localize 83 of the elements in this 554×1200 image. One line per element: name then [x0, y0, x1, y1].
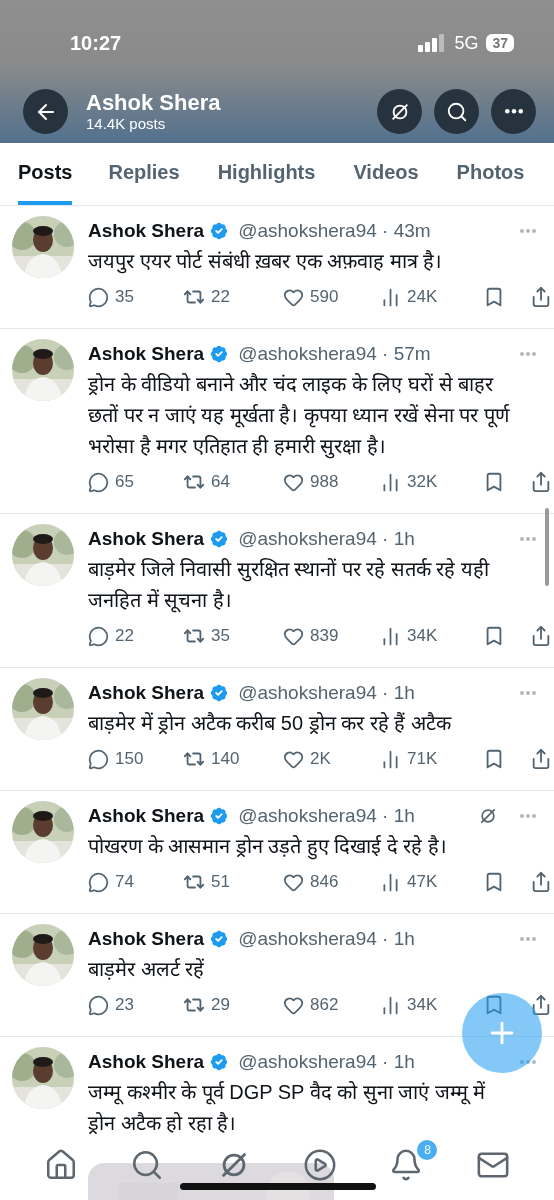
- author-name: Ashok Shera: [88, 528, 205, 550]
- share-icon: [530, 471, 552, 493]
- battery-level: 37: [486, 34, 514, 52]
- play-icon: [303, 1148, 338, 1182]
- post-text: बाड़मेर अलर्ट रहें: [88, 957, 206, 982]
- profile-tab[interactable]: Replies: [108, 143, 180, 205]
- post-text: ड्रोन के वीडियो बनाने और चंद लाइक के लिए घरों से बाहर छतों पर न जाएं यह मूर्खता है। कृपया ध्यान रखें सेना पर पूर्ण भरोसा है मगर एतिहात ही हमारी सुरक्षा है।: [88, 372, 511, 461]
- reply-button[interactable]: 22: [88, 625, 183, 647]
- share-icon: [530, 994, 552, 1016]
- search-button[interactable]: [434, 89, 479, 134]
- repost-button[interactable]: 35: [183, 625, 283, 647]
- share-button[interactable]: [530, 471, 552, 493]
- status-time: 10:27: [70, 31, 122, 55]
- network-label: 5G: [454, 32, 479, 54]
- like-button[interactable]: 2K: [283, 748, 380, 770]
- repost-button[interactable]: 29: [183, 994, 283, 1016]
- post-text: बाड़मेर जिले निवासी सुरक्षित स्थानों पर रहे सतर्क रहे यही जनहित में सूचना है।: [88, 557, 491, 615]
- views-button[interactable]: 34K: [380, 625, 483, 647]
- views-button[interactable]: 47K: [380, 871, 483, 893]
- post-text: पोखरण के आसमान ड्रोन उड़ते हुए दिखाई दे रहे है।: [88, 831, 544, 862]
- share-icon: [530, 286, 552, 308]
- share-icon: [530, 871, 552, 893]
- reply-button[interactable]: 150: [88, 748, 183, 770]
- reply-button[interactable]: 23: [88, 994, 183, 1016]
- profile-tab[interactable]: Highlights: [217, 143, 316, 205]
- views-button[interactable]: 32K: [380, 471, 483, 493]
- author-name: Ashok Shera: [88, 682, 205, 704]
- share-button[interactable]: [530, 286, 552, 308]
- post-text: जम्मू कश्मीर के पूर्व DGP SP वैद को सुना जाएं जम्मू में ड्रोन अटैक हो रहा है।: [88, 1080, 487, 1136]
- author-name: Ashok Shera: [88, 805, 205, 827]
- speech-bubble-icon: [88, 286, 109, 308]
- speech-bubble-icon: [88, 471, 109, 493]
- post-count: 14.4K posts: [86, 114, 167, 133]
- more-button[interactable]: [491, 89, 536, 134]
- search-icon: [445, 100, 468, 123]
- reply-button[interactable]: 74: [88, 871, 183, 893]
- like-button[interactable]: 862: [283, 994, 380, 1016]
- profile-name: Ashok Shera: [86, 90, 221, 115]
- views-button[interactable]: 71K: [380, 748, 483, 770]
- like-button[interactable]: 839: [283, 625, 380, 647]
- post-meta: @ashokshera94 · 43m: [238, 220, 431, 242]
- share-icon: [530, 625, 552, 647]
- repost-button[interactable]: 64: [183, 471, 283, 493]
- notification-badge: 8: [417, 1140, 438, 1160]
- post-text: बाड़मेर में ड्रोन अटैक करीब 50 ड्रोन कर रहे हैं अटैक: [88, 711, 453, 736]
- post-meta: @ashokshera94 · 1h: [238, 682, 415, 704]
- reply-button[interactable]: 35: [88, 286, 183, 308]
- author-name: Ashok Shera: [88, 220, 205, 242]
- repost-button[interactable]: 51: [183, 871, 283, 893]
- speech-bubble-icon: [88, 994, 109, 1016]
- more-icon[interactable]: [520, 1060, 536, 1064]
- profile-tab[interactable]: Posts: [18, 143, 73, 205]
- post-meta: @ashokshera94 · 1h: [238, 528, 415, 550]
- post-text: जयपुर एयर पोर्ट संबंधी ख़बर एक अफ़वाह मात्र है।: [88, 249, 444, 276]
- more-icon: [504, 109, 523, 114]
- profile-tab[interactable]: Photos: [456, 143, 525, 205]
- author-name: Ashok Shera: [88, 343, 205, 365]
- like-button[interactable]: 988: [283, 471, 380, 493]
- speech-bubble-icon: [88, 625, 109, 647]
- like-button[interactable]: 590: [283, 286, 380, 308]
- repost-button[interactable]: 22: [183, 286, 283, 308]
- repost-button[interactable]: 140: [183, 748, 283, 770]
- speech-bubble-icon: [88, 748, 109, 770]
- post-meta: @ashokshera94 · 1h: [238, 1051, 415, 1073]
- post-meta: @ashokshera94 · 1h: [238, 805, 415, 827]
- views-button[interactable]: 24K: [380, 286, 483, 308]
- views-button[interactable]: 34K: [380, 994, 483, 1016]
- post-meta: @ashokshera94 · 1h: [238, 928, 415, 950]
- share-button[interactable]: [530, 625, 552, 647]
- reply-button[interactable]: 65: [88, 471, 183, 493]
- author-name: Ashok Shera: [88, 928, 205, 950]
- speech-bubble-icon: [88, 871, 109, 893]
- share-icon: [530, 748, 552, 770]
- share-button[interactable]: [530, 748, 552, 770]
- share-button[interactable]: [530, 994, 552, 1016]
- post-meta: @ashokshera94 · 57m: [238, 343, 431, 365]
- grok-button[interactable]: [377, 89, 422, 134]
- profile-tab[interactable]: Videos: [353, 143, 419, 205]
- author-name: Ashok Shera: [88, 1051, 205, 1073]
- back-button[interactable]: [23, 89, 68, 134]
- signal-icon: [418, 34, 447, 52]
- share-button[interactable]: [530, 871, 552, 893]
- like-button[interactable]: 846: [283, 871, 380, 893]
